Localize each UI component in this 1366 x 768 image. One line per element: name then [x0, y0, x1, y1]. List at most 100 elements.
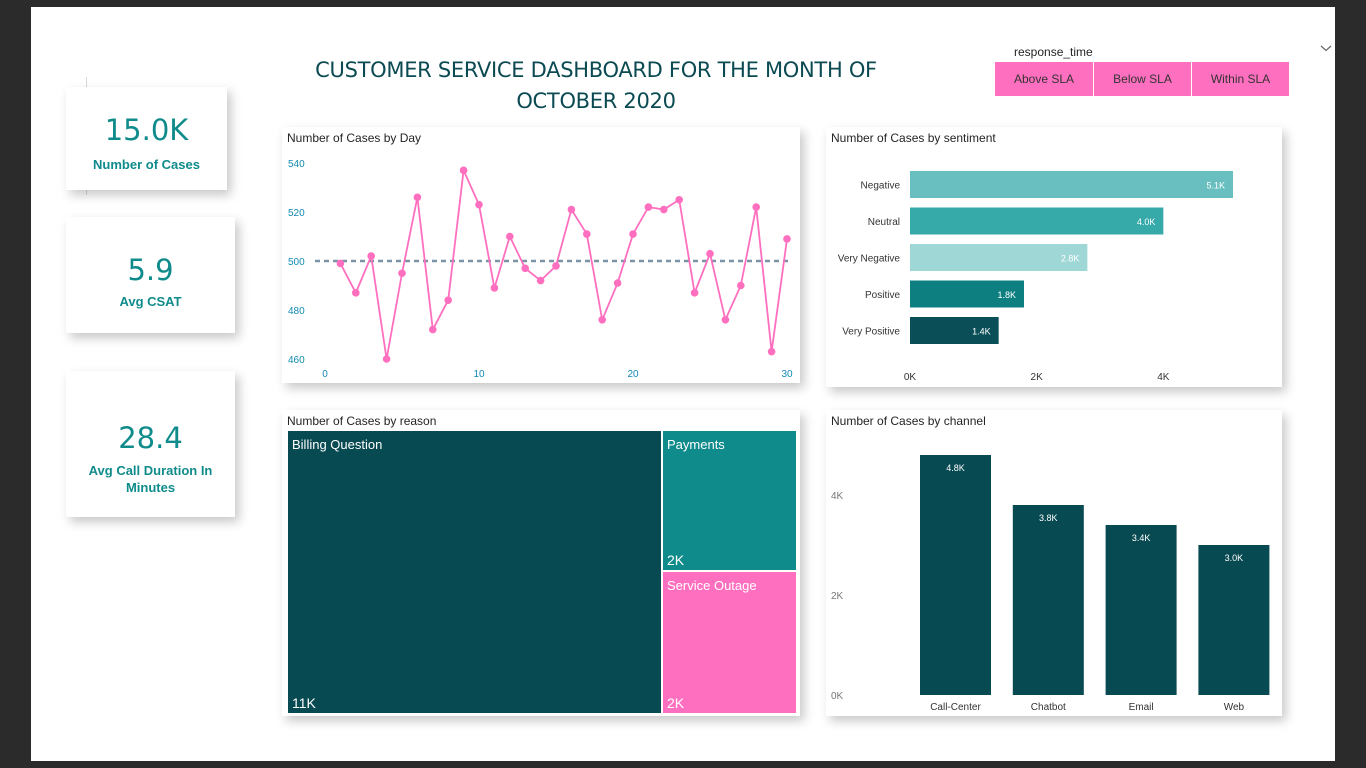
- y-tick-label: 500: [288, 257, 305, 268]
- data-point: [783, 235, 791, 243]
- treemap-tile-label: Service Outage: [667, 578, 757, 593]
- kpi-label: Avg Call Duration In Minutes: [66, 462, 235, 496]
- kpi-card-csat[interactable]: 5.9 Avg CSAT: [66, 217, 235, 333]
- data-point: [737, 281, 745, 290]
- category-label: Positive: [865, 290, 900, 301]
- data-label: 4.0K: [1137, 217, 1156, 227]
- data-point: [490, 284, 499, 292]
- data-point: [598, 316, 606, 324]
- data-point: [721, 316, 730, 324]
- data-point: [675, 195, 683, 204]
- treemap: Billing Question 11K Payments 2K Service Out…: [288, 431, 796, 713]
- y-tick-label: 540: [288, 159, 305, 170]
- data-label: 2.8K: [1061, 254, 1080, 264]
- data-point: [444, 296, 452, 304]
- y-tick-label: 4K: [831, 491, 844, 502]
- category-label: Web: [1224, 702, 1245, 713]
- data-point: [752, 203, 760, 211]
- chart-cases-by-day[interactable]: Number of Cases by Day 540 520 500 480 460 0 1…: [282, 127, 800, 383]
- report-canvas: CUSTOMER SERVICE DASHBOARD FOR THE MONTH…: [31, 7, 1335, 761]
- data-point: [459, 166, 468, 175]
- category-label: Very Negative: [838, 254, 901, 265]
- category-label: Very Positive: [842, 327, 900, 338]
- kpi-card-cases[interactable]: 15.0K Number of Cases: [66, 87, 227, 190]
- x-tick-label: 10: [473, 369, 485, 380]
- data-point: [660, 205, 668, 214]
- data-label: 3.0K: [1225, 553, 1244, 563]
- slicer-option-below-sla[interactable]: Below SLA: [1094, 62, 1191, 96]
- kpi-label-line1: Avg Call Duration In: [88, 463, 213, 478]
- kpi-value: 5.9: [127, 253, 174, 287]
- treemap-tile[interactable]: Payments 2K: [663, 431, 796, 570]
- line-chart-svg: 540 520 500 480 460 0 10 20 30: [288, 159, 793, 380]
- kpi-value: 28.4: [118, 421, 183, 455]
- bar-chart-svg: Negative 5.1K Neutral 4.0K Very Negative 2.8K…: [838, 171, 1233, 383]
- page-title-line1: CUSTOMER SERVICE DASHBOARD FOR THE MONTH…: [315, 58, 877, 82]
- category-label: Chatbot: [1031, 702, 1066, 713]
- data-point: [336, 259, 345, 268]
- x-tick-label: 0: [322, 369, 328, 380]
- treemap-tile-value: 11K: [292, 695, 316, 711]
- y-tick-label: 460: [288, 355, 305, 366]
- kpi-label: Number of Cases: [93, 157, 200, 172]
- y-tick-label: 0K: [831, 691, 844, 702]
- x-tick-label: 30: [781, 369, 793, 380]
- data-point: [567, 205, 576, 214]
- data-point: [352, 289, 360, 297]
- data-point: [506, 232, 514, 241]
- category-label: Negative: [861, 181, 901, 192]
- chart-cases-by-sentiment[interactable]: Number of Cases by sentiment Negative 5.1…: [826, 127, 1282, 387]
- treemap-tile-value: 2K: [667, 695, 685, 711]
- treemap-tile-label: Billing Question: [292, 437, 383, 452]
- bar: [1105, 525, 1177, 695]
- data-label: 1.8K: [997, 290, 1016, 300]
- column-chart-svg: 4K 2K 0K 4.8K Call-Center 3.8K Chatbot 3.4K Emai…: [831, 455, 1270, 713]
- data-point: [644, 203, 653, 211]
- data-label: 1.4K: [972, 327, 991, 337]
- x-tick-label: 20: [627, 369, 639, 380]
- data-label: 3.4K: [1132, 533, 1151, 543]
- category-label: Neutral: [868, 217, 900, 228]
- bar: [1198, 545, 1270, 695]
- slicer-option-within-sla[interactable]: Within SLA: [1192, 62, 1289, 96]
- slicer-option-above-sla[interactable]: Above SLA: [995, 62, 1093, 96]
- y-tick-label: 480: [288, 306, 305, 317]
- kpi-label: Avg CSAT: [119, 294, 182, 309]
- data-point: [690, 289, 699, 297]
- kpi-label-line2: Minutes: [125, 480, 176, 495]
- page-title-line2: OCTOBER 2020: [516, 89, 676, 113]
- series-line: [339, 167, 788, 360]
- y-tick-label: 520: [288, 208, 305, 219]
- kpi-value: 15.0K: [104, 113, 189, 147]
- data-point: [398, 269, 406, 278]
- chevron-down-icon[interactable]: [1319, 41, 1333, 55]
- y-tick-label: 2K: [831, 591, 844, 602]
- data-point: [613, 279, 622, 287]
- data-point: [706, 249, 714, 258]
- data-point: [767, 347, 776, 356]
- treemap-tile-label: Payments: [667, 437, 725, 452]
- treemap-tile-value: 2K: [667, 552, 685, 568]
- data-point: [413, 193, 422, 202]
- x-tick-label: 4K: [1157, 372, 1170, 383]
- page-title: CUSTOMER SERVICE DASHBOARD FOR THE MONTH…: [281, 55, 911, 117]
- bar: [920, 455, 991, 695]
- chart-cases-by-reason[interactable]: Number of Cases by reason Billing Questi…: [282, 410, 800, 716]
- chart-title: Number of Cases by reason: [287, 414, 437, 428]
- bar: [910, 207, 1164, 235]
- data-label: 5.1K: [1206, 181, 1225, 191]
- data-point: [367, 252, 375, 260]
- chart-cases-by-channel[interactable]: Number of Cases by channel 4K 2K 0K 4.8K Cal…: [826, 410, 1282, 716]
- x-tick-label: 0K: [904, 372, 917, 383]
- category-label: Call-Center: [930, 702, 981, 713]
- data-label: 4.8K: [946, 463, 965, 473]
- x-tick-label: 2K: [1031, 372, 1044, 383]
- data-point: [583, 230, 591, 238]
- slicer-title: response_time: [1014, 45, 1093, 59]
- data-point: [629, 230, 637, 238]
- treemap-tile[interactable]: Billing Question 11K: [288, 431, 661, 713]
- treemap-tile[interactable]: Service Outage 2K: [663, 572, 796, 713]
- data-point: [536, 276, 545, 285]
- kpi-card-call-duration[interactable]: 28.4 Avg Call Duration In Minutes: [66, 371, 235, 517]
- data-point: [429, 325, 437, 334]
